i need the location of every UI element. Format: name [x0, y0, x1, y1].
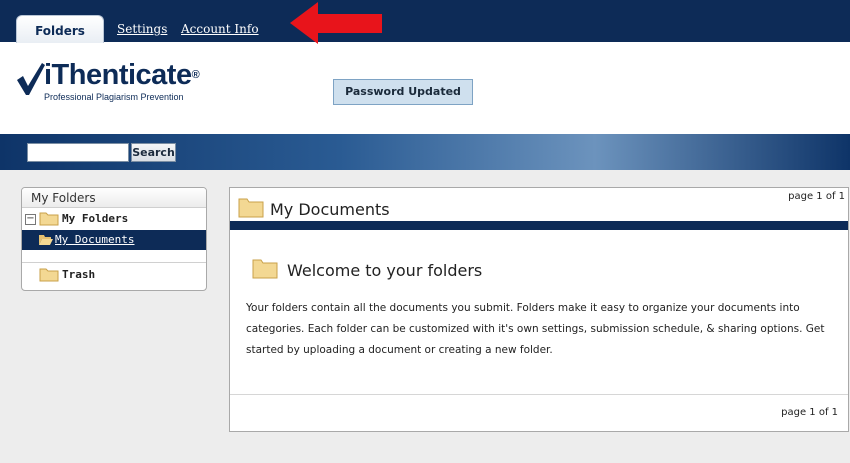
- sidebar-item-label: My Documents: [55, 233, 135, 246]
- checkmark-icon: [17, 63, 45, 95]
- sidebar-item-label: Trash: [62, 268, 96, 281]
- folder-icon: [39, 268, 59, 282]
- welcome-body-text: Your folders contain all the documents y…: [246, 302, 825, 356]
- documents-panel: My Documents page 1 of 1 Welcome to your…: [229, 187, 849, 432]
- open-folder-icon: [39, 235, 53, 245]
- folders-sidebar: My Folders − My Folders My Documents Tra…: [21, 187, 207, 291]
- account-info-link[interactable]: Account Info: [181, 22, 259, 36]
- tree-root-my-folders[interactable]: − My Folders: [22, 208, 206, 230]
- panel-header: My Documents page 1 of 1: [230, 188, 848, 221]
- tab-folders[interactable]: Folders: [16, 15, 104, 43]
- panel-header-bar: [230, 221, 848, 230]
- panel-title: My Documents: [270, 200, 390, 219]
- folder-icon: [252, 259, 278, 279]
- sidebar-title: My Folders: [22, 188, 206, 208]
- folder-icon: [39, 212, 59, 226]
- sidebar-item-my-documents[interactable]: My Documents: [22, 230, 206, 250]
- tree-root-label: My Folders: [62, 212, 129, 225]
- folder-icon: [238, 198, 264, 218]
- panel-divider: [230, 394, 848, 395]
- search-input[interactable]: [27, 143, 129, 162]
- password-updated-notice: Password Updated: [333, 79, 473, 105]
- search-button[interactable]: Search: [131, 143, 176, 162]
- settings-link[interactable]: Settings: [117, 22, 167, 36]
- welcome-title: Welcome to your folders: [287, 261, 483, 280]
- pager-bottom: page 1 of 1: [781, 407, 838, 418]
- top-navigation-bar: Folders Settings Account Info: [0, 0, 850, 43]
- red-arrow-icon: [290, 2, 382, 44]
- sidebar-item-trash[interactable]: Trash: [22, 262, 206, 284]
- collapse-toggle-icon[interactable]: −: [25, 214, 36, 225]
- brand-name: iThenticate®: [44, 59, 200, 91]
- ithenticate-logo: iThenticate® Professional Plagiarism Pre…: [16, 56, 216, 106]
- brand-tagline: Professional Plagiarism Prevention: [44, 92, 184, 102]
- pager-top: page 1 of 1: [788, 191, 845, 202]
